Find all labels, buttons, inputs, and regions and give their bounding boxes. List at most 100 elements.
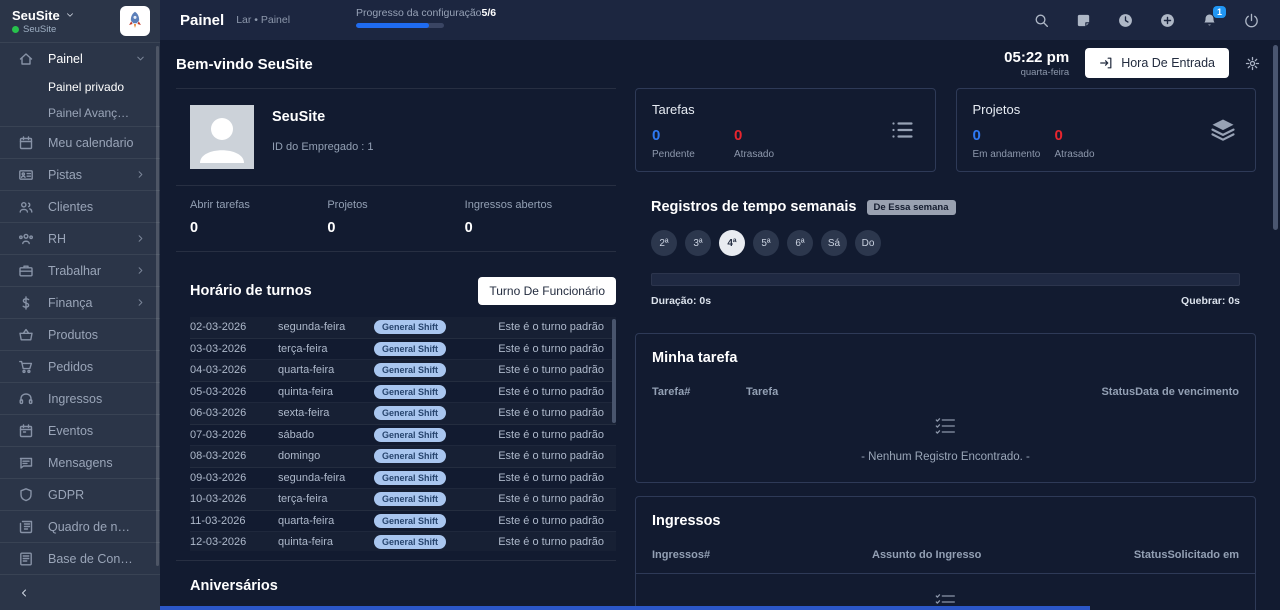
sidebar-item-label: Eventos <box>48 424 135 438</box>
column-header: Ingressos# <box>652 549 872 561</box>
tickets-empty-state: Nenhum Registro Encontrado. <box>652 574 1239 610</box>
tickets-columns: Ingressos#Assunto do IngressoStatusSolic… <box>652 549 1239 561</box>
sidebar-item-mensagens[interactable]: Mensagens <box>0 446 160 478</box>
weekday-pill[interactable]: Sá <box>821 230 847 256</box>
tickets-panel: Ingressos Ingressos#Assunto do IngressoS… <box>635 496 1256 610</box>
weekday-pill[interactable]: 4ª <box>719 230 745 256</box>
employee-shift-button[interactable]: Turno De Funcionário <box>478 277 616 305</box>
sidebar-item-painel[interactable]: Painel <box>0 42 160 74</box>
shift-badge: General Shift <box>374 492 446 506</box>
briefcase-icon <box>18 263 34 279</box>
team-icon <box>18 231 34 247</box>
sidebar-collapse-button[interactable] <box>0 574 160 610</box>
weekday-pill[interactable]: 5ª <box>753 230 779 256</box>
tasks-card: Tarefas 0 Pendente 0 Atrasado <box>635 88 936 172</box>
shift-row: 06-03-2026 sexta-feira General Shift Est… <box>190 403 616 425</box>
profile-stat: Abrir tarefas 0 <box>190 199 327 236</box>
shift-date: 07-03-2026 <box>190 429 278 441</box>
shift-table-scrollbar[interactable] <box>612 319 616 423</box>
shift-note: Este é o turno padrão <box>466 386 616 398</box>
weekday-pill[interactable]: 3ª <box>685 230 711 256</box>
setup-progress-fill <box>356 23 429 28</box>
topbar-icon-button[interactable]: 1 <box>1201 12 1218 29</box>
projects-stat-label: Em andamento <box>973 149 1043 160</box>
weekday-pills: 2ª 3ª 4ª 5ª 6ª Sá Do <box>651 230 1240 256</box>
basket-icon <box>18 327 34 343</box>
sidebar-item-eventos[interactable]: Eventos <box>0 414 160 446</box>
weekday-pill[interactable]: 6ª <box>787 230 813 256</box>
tasks-stat-label: Pendente <box>652 149 722 160</box>
sidebar-item-quadro-de-noticias[interactable]: Quadro de notícias <box>0 510 160 542</box>
sidebar-item-painel-privado[interactable]: Painel privado <box>0 74 160 100</box>
sidebar-item-trabalhar[interactable]: Trabalhar <box>0 254 160 286</box>
tickets-title: Ingressos <box>652 513 721 529</box>
shift-row: 04-03-2026 quarta-feira General Shift Es… <box>190 360 616 382</box>
sidebar-item-pistas[interactable]: Pistas <box>0 158 160 190</box>
topbar-icon-button[interactable] <box>1159 12 1176 29</box>
weekday-pill[interactable]: 2ª <box>651 230 677 256</box>
sidebar-item-financa[interactable]: Finança <box>0 286 160 318</box>
profile-stats: Abrir tarefas 0 Projetos 0 Ingressos abe… <box>176 185 616 252</box>
shift-date: 06-03-2026 <box>190 407 278 419</box>
shift-badge: General Shift <box>374 342 446 356</box>
shift-note: Este é o turno padrão <box>466 472 616 484</box>
shift-schedule-header: Horário de turnos Turno De Funcionário <box>176 277 616 305</box>
topbar-icon-button[interactable] <box>1117 12 1134 29</box>
breadcrumb[interactable]: Lar • Painel <box>236 14 290 26</box>
shift-day: quarta-feira <box>278 515 374 527</box>
employee-id: ID do Empregado : 1 <box>272 141 374 153</box>
topbar-icon-button[interactable] <box>1075 12 1092 29</box>
sidebar-item-clientes[interactable]: Clientes <box>0 190 160 222</box>
sidebar-item-ingressos[interactable]: Ingressos <box>0 382 160 414</box>
shift-day: segunda-feira <box>278 321 374 333</box>
sidebar-item-label: Ingressos <box>48 392 135 406</box>
sidebar-item-produtos[interactable]: Produtos <box>0 318 160 350</box>
clock-in-button[interactable]: Hora De Entrada <box>1085 48 1229 78</box>
shift-date: 09-03-2026 <box>190 472 278 484</box>
gear-icon[interactable] <box>1245 56 1260 71</box>
sidebar-item-base-de-conhecimento[interactable]: Base de Conhecime... <box>0 542 160 574</box>
projects-stat-label: Atrasado <box>1055 149 1125 160</box>
break-label: Quebrar: 0s <box>1181 295 1240 307</box>
sidebar-item-gdpr[interactable]: GDPR <box>0 478 160 510</box>
message-icon <box>18 455 34 471</box>
shift-date: 02-03-2026 <box>190 321 278 333</box>
sidebar-scrollbar[interactable] <box>156 46 159 566</box>
stat-label: Projetos <box>327 199 464 211</box>
sidebar-brand-row[interactable]: SeuSite SeuSite <box>0 0 160 42</box>
login-icon <box>1099 56 1113 70</box>
topbar-icon-button[interactable] <box>1243 12 1260 29</box>
calendar-icon <box>18 135 34 151</box>
cart-icon <box>18 359 34 375</box>
shift-day: quinta-feira <box>278 536 374 548</box>
sidebar-item-label: Produtos <box>48 328 135 342</box>
setup-progress: Progresso da configuração5/6 <box>356 7 486 28</box>
profile-stat: Ingressos abertos 0 <box>465 199 602 236</box>
shift-date: 03-03-2026 <box>190 343 278 355</box>
sidebar-item-pedidos[interactable]: Pedidos <box>0 350 160 382</box>
headset-icon <box>18 391 34 407</box>
search-icon <box>1033 12 1050 29</box>
my-task-empty-state: - Nenhum Registro Encontrado. - <box>652 398 1239 467</box>
shift-badge: General Shift <box>374 406 446 420</box>
sidebar-item-label: Quadro de notícias <box>48 520 135 534</box>
idcard-icon <box>18 167 34 183</box>
weekday-pill[interactable]: Do <box>855 230 881 256</box>
sidebar-item-meu-calendario[interactable]: Meu calendario <box>0 126 160 158</box>
shift-day: quarta-feira <box>278 364 374 376</box>
page-horizontal-scrollbar[interactable] <box>160 606 1090 610</box>
app-logo[interactable] <box>120 6 150 36</box>
duration-label: Duração: 0s <box>651 295 711 307</box>
setup-progress-value: 5/6 <box>482 7 497 19</box>
page-vertical-scrollbar[interactable] <box>1273 45 1278 230</box>
shift-note: Este é o turno padrão <box>466 364 616 376</box>
chevron-down-icon[interactable] <box>65 10 75 20</box>
sidebar-item-painel-avancado[interactable]: Painel Avançado <box>0 100 160 126</box>
shift-day: quinta-feira <box>278 386 374 398</box>
timelog-track <box>651 273 1240 286</box>
topbar-icon-button[interactable] <box>1033 12 1050 29</box>
sidebar-item-label: Finança <box>48 296 135 310</box>
shift-row: 09-03-2026 segunda-feira General Shift E… <box>190 468 616 490</box>
sidebar-item-rh[interactable]: RH <box>0 222 160 254</box>
shift-badge: General Shift <box>374 449 446 463</box>
